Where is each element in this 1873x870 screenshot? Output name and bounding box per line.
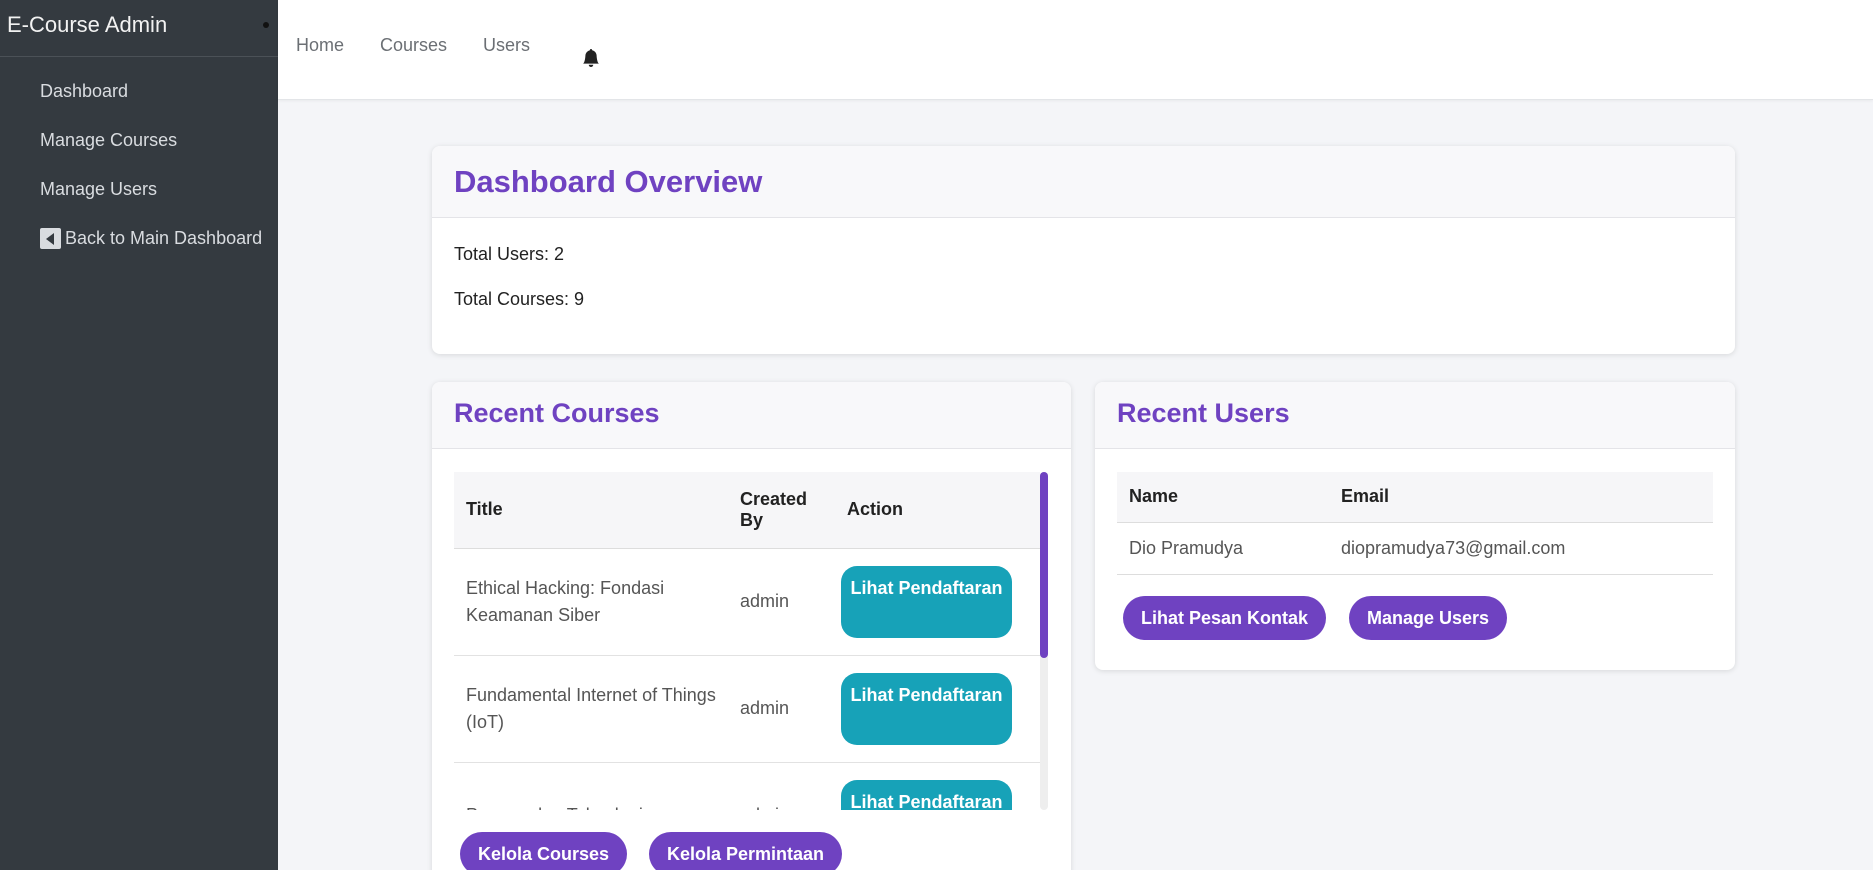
sidebar-nav: Dashboard Manage Courses Manage Users Ba… (0, 57, 278, 263)
list-bullet (263, 22, 269, 28)
view-enrollments-button[interactable]: Lihat Pendaftaran (841, 672, 1012, 745)
manage-courses-button[interactable]: Kelola Courses (460, 832, 628, 870)
table-row: Dio Pramudya diopramudya73@gmail.com (1117, 522, 1713, 575)
courses-scrollbar[interactable] (1040, 472, 1048, 810)
view-enrollments-button[interactable]: Lihat Pendaftaran (841, 565, 1012, 638)
page-title: Dashboard Overview (454, 164, 763, 199)
column-header-created-by: Created By (728, 472, 835, 549)
column-header-title: Title (454, 472, 728, 549)
notification-dropdown[interactable] (263, 12, 610, 72)
action-cell: Lihat Pendaftaran (835, 762, 1040, 810)
table-header-row: Title Created By Action (454, 472, 1040, 549)
sidebar-item-label: Dashboard (40, 81, 129, 101)
sidebar-item-label: Back to Main Dashboard (65, 228, 263, 248)
bell-icon[interactable] (582, 49, 600, 67)
card-header: Recent Courses (432, 382, 1071, 449)
recent-users-card: Recent Users Name Email Dio Pramudya dio… (1095, 382, 1735, 670)
table-header-row: Name Email (1117, 472, 1713, 523)
users-table: Name Email Dio Pramudya diopramudya73@gm… (1117, 472, 1713, 575)
course-title-cell: Fundamental Internet of Things (IoT) (454, 655, 728, 763)
created-by-cell: admin (728, 655, 835, 763)
sidebar-item-back-to-main[interactable]: Back to Main Dashboard (0, 214, 278, 263)
sidebar-item-label: Manage Users (40, 179, 158, 199)
view-contact-messages-button[interactable]: Lihat Pesan Kontak (1123, 596, 1327, 640)
total-users-stat: Total Users: 2 (454, 244, 565, 264)
table-row: Fundamental Internet of Things (IoT) adm… (454, 655, 1040, 763)
action-cell: Lihat Pendaftaran (835, 655, 1040, 763)
caret-left-square-icon (40, 228, 61, 249)
manage-requests-button[interactable]: Kelola Permintaan (649, 832, 843, 870)
recent-users-title: Recent Users (1117, 398, 1290, 428)
created-by-cell: admin (728, 548, 835, 656)
total-courses-stat: Total Courses: 9 (454, 289, 585, 309)
courses-table-scroll[interactable]: Title Created By Action Ethical Hacking:… (454, 472, 1050, 810)
card-header: Recent Users (1095, 382, 1735, 449)
top-navbar: Home Courses Users (263, 0, 1873, 100)
manage-users-button[interactable]: Manage Users (1349, 596, 1508, 640)
user-name-cell: Dio Pramudya (1117, 522, 1329, 575)
sidebar-item-manage-users[interactable]: Manage Users (0, 165, 278, 214)
nav-courses-link[interactable]: Courses (380, 35, 447, 56)
nav-home-link[interactable]: Home (296, 35, 344, 56)
sidebar-item-label: Manage Courses (40, 130, 178, 150)
card-header: Dashboard Overview (432, 146, 1735, 218)
scrollbar-thumb[interactable] (1040, 472, 1048, 658)
sidebar: E-Course Admin Dashboard Manage Courses … (0, 0, 278, 870)
column-header-name: Name (1117, 472, 1329, 523)
course-title-cell: Pengenalan Teknologi (454, 762, 728, 810)
column-header-email: Email (1329, 472, 1713, 523)
view-enrollments-button[interactable]: Lihat Pendaftaran (841, 779, 1012, 810)
recent-courses-card: Recent Courses Title Created By Action E… (432, 382, 1071, 870)
nav-users-link[interactable]: Users (483, 35, 530, 56)
brand-title[interactable]: E-Course Admin (0, 0, 278, 57)
dashboard-overview-card: Dashboard Overview Total Users: 2 Total … (432, 146, 1735, 354)
column-header-action: Action (835, 472, 1040, 549)
sidebar-item-manage-courses[interactable]: Manage Courses (0, 116, 278, 165)
created-by-cell: admin (728, 762, 835, 810)
action-cell: Lihat Pendaftaran (835, 548, 1040, 656)
table-row: Ethical Hacking: Fondasi Keamanan Siber … (454, 548, 1040, 656)
courses-table: Title Created By Action Ethical Hacking:… (454, 472, 1040, 810)
recent-courses-title: Recent Courses (454, 398, 660, 428)
user-email-cell: diopramudya73@gmail.com (1329, 522, 1713, 575)
table-row: Pengenalan Teknologi admin Lihat Pendaft… (454, 762, 1040, 810)
course-title-cell: Ethical Hacking: Fondasi Keamanan Siber (454, 548, 728, 656)
sidebar-item-dashboard[interactable]: Dashboard (0, 67, 278, 116)
